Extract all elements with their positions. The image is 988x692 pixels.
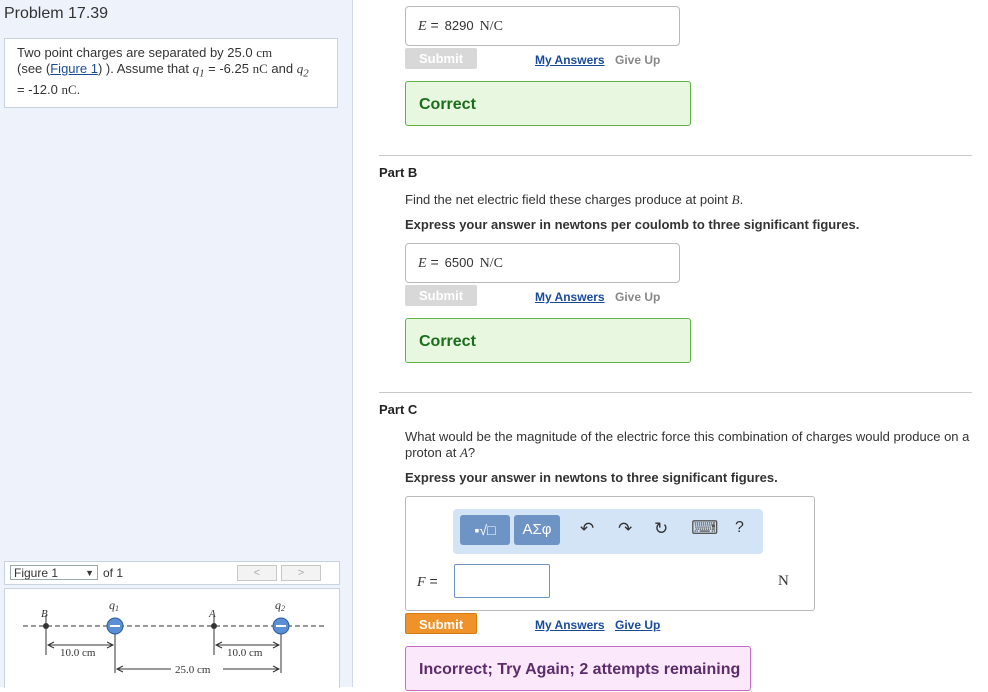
part-c-unit: N [778, 573, 789, 589]
statement-unit-cm: cm [256, 45, 273, 60]
q1-symbol: q1 [192, 61, 205, 80]
part-c-give-up-link[interactable]: Give Up [615, 618, 660, 632]
figure-1-image: B A q1 q2 10.0 cm 10.0 cm 25.0 cm [4, 588, 340, 688]
part-a-correct-feedback: Correct [405, 81, 691, 126]
dim-label-1: 10.0 cm [60, 647, 96, 659]
part-c-my-answers-link[interactable]: My Answers [535, 618, 605, 632]
chevron-down-icon: ▼ [85, 568, 94, 578]
part-b-my-answers-link[interactable]: My Answers [535, 290, 605, 304]
part-b-submit-button[interactable]: Submit [405, 285, 477, 306]
part-c-answer-box: ▪√□ ΑΣφ ↶ ↷ ↻ ⌨ ? F = N [405, 496, 815, 611]
statement-text-a: Two point charges are separated by 25.0 [17, 45, 253, 60]
statement-nc2: nC [61, 81, 77, 97]
part-c-instruction: Express your answer in newtons to three … [405, 470, 778, 485]
statement-eq2: = -12.0 [17, 81, 62, 97]
part-a-my-answers-link[interactable]: My Answers [535, 53, 605, 67]
label-q1: q1 [109, 598, 119, 613]
problem-panel: Problem 17.39 Two point charges are sepa… [0, 0, 353, 688]
part-a-answer: E = 8290 N/C [418, 17, 503, 34]
figure-prev-button[interactable]: < [237, 565, 277, 581]
part-b-value: 6500 [444, 255, 474, 270]
part-a-give-up-link[interactable]: Give Up [615, 53, 660, 67]
parts-panel: E = 8290 N/C Submit My Answers Give Up Cor… [353, 0, 988, 691]
divider [379, 392, 972, 393]
part-c-answer-input[interactable] [454, 564, 550, 598]
q2-symbol: q2 [296, 61, 309, 80]
statement-text-b: (see ( [17, 61, 51, 76]
figure-count: of 1 [103, 566, 124, 580]
label-a: A [208, 608, 216, 620]
figure-toolbar: Figure 1 ▼ of 1 < > [4, 561, 340, 585]
part-a-submit-button[interactable]: Submit [405, 48, 477, 69]
part-c-answer-label: F = [417, 573, 438, 590]
statement-nc1: nC [252, 61, 268, 76]
charges-diagram: B A q1 q2 10.0 cm 10.0 cm 25.0 cm [23, 598, 325, 676]
part-b-title: Part B [379, 165, 418, 180]
label-b: B [41, 608, 48, 620]
help-icon[interactable]: ? [735, 519, 744, 537]
part-a-value: 8290 [444, 18, 474, 33]
figure-select[interactable]: Figure 1 ▼ [10, 565, 98, 580]
templates-button[interactable]: ▪√□ [460, 515, 510, 545]
part-b-give-up-link[interactable]: Give Up [615, 290, 660, 304]
part-c-title: Part C [379, 402, 418, 417]
statement-end: . [76, 81, 81, 97]
reset-icon[interactable]: ↻ [654, 519, 668, 539]
undo-icon[interactable]: ↶ [580, 519, 594, 539]
statement-text-c: ) ). Assume that [97, 61, 189, 76]
problem-statement: Two point charges are separated by 25.0 … [4, 38, 338, 108]
part-a-answer-box: E = 8290 N/C [405, 6, 680, 46]
dim-label-2: 10.0 cm [227, 647, 263, 659]
figure-1-link[interactable]: Figure 1 [50, 61, 98, 76]
part-b-answer: E = 6500 N/C [418, 254, 503, 271]
part-c-incorrect-feedback: Incorrect; Try Again; 2 attempts remaini… [405, 646, 751, 691]
keyboard-icon[interactable]: ⌨ [691, 517, 718, 540]
statement-eq1: = -6.25 [204, 61, 253, 76]
math-toolbar: ▪√□ ΑΣφ ↶ ↷ ↻ ⌨ ? [453, 509, 763, 554]
part-b-correct-feedback: Correct [405, 318, 691, 363]
divider [379, 155, 972, 156]
problem-title: Problem 17.39 [4, 5, 109, 22]
greek-symbols-button[interactable]: ΑΣφ [514, 515, 560, 545]
statement-and: and [267, 61, 297, 76]
part-c-submit-button[interactable]: Submit [405, 613, 477, 634]
label-q2: q2 [275, 598, 285, 613]
part-b-instruction: Express your answer in newtons per coulo… [405, 217, 860, 232]
redo-icon[interactable]: ↷ [618, 519, 632, 539]
figure-next-button[interactable]: > [281, 565, 321, 581]
part-b-answer-box: E = 6500 N/C [405, 243, 680, 283]
dim-label-3: 25.0 cm [175, 664, 211, 676]
part-c-question: What would be the magnitude of the elect… [405, 429, 970, 460]
part-b-question: Find the net electric field these charge… [405, 192, 744, 207]
